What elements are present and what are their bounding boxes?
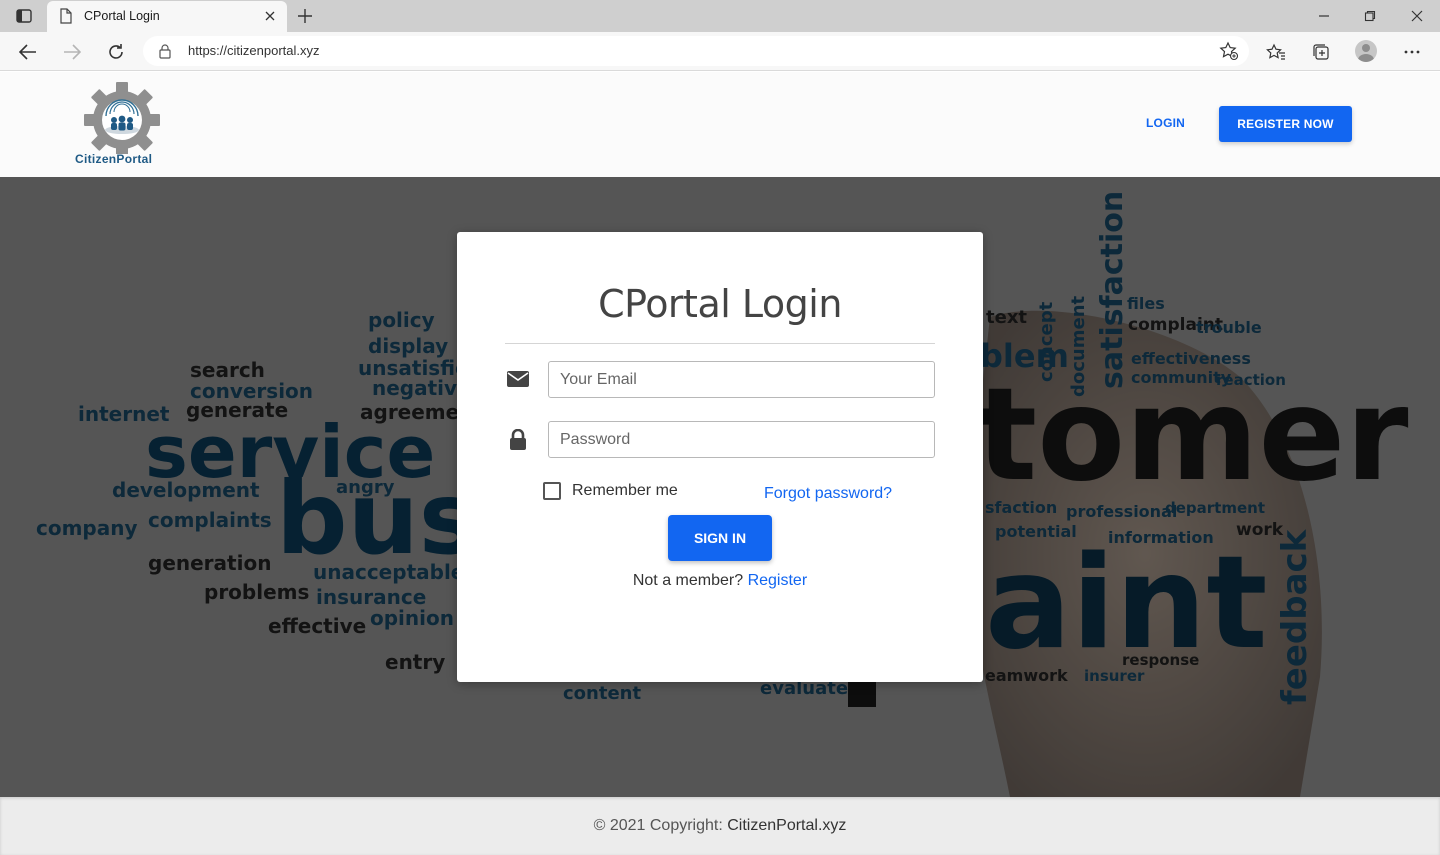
profile-avatar-icon[interactable] xyxy=(1355,40,1377,62)
back-icon[interactable] xyxy=(16,40,40,64)
footer-brand-link[interactable]: CitizenPortal.xyz xyxy=(727,817,846,834)
site-header: CitizenPortal LOGIN REGISTER NOW xyxy=(0,72,1440,177)
register-link[interactable]: Register xyxy=(748,572,808,589)
new-tab-icon[interactable] xyxy=(294,6,316,26)
address-bar[interactable]: https://citizenportal.xyz xyxy=(143,36,1249,66)
remember-me[interactable]: Remember me xyxy=(543,482,678,500)
logo-text: CitizenPortal xyxy=(75,152,153,166)
browser-tab-bar: CPortal Login xyxy=(0,0,1440,32)
browser-toolbar: https://citizenportal.xyz xyxy=(0,32,1440,71)
tab-title: CPortal Login xyxy=(84,9,160,23)
password-input[interactable] xyxy=(548,421,935,458)
add-favorite-icon[interactable] xyxy=(1219,41,1239,61)
restore-icon[interactable] xyxy=(1359,6,1381,26)
forward-icon[interactable] xyxy=(60,40,84,64)
site-footer: © 2021 Copyright: CitizenPortal.xyz xyxy=(0,797,1440,855)
close-tab-icon[interactable] xyxy=(261,7,279,25)
title-divider xyxy=(505,343,935,344)
tab-actions-icon[interactable] xyxy=(12,6,36,26)
nav-login-link[interactable]: LOGIN xyxy=(1146,116,1185,130)
page-icon xyxy=(60,8,72,24)
citizenportal-logo[interactable]: CitizenPortal xyxy=(66,82,178,168)
url-text[interactable]: https://citizenportal.xyz xyxy=(188,43,320,58)
envelope-icon xyxy=(507,368,529,390)
favorites-icon[interactable] xyxy=(1264,40,1288,64)
collections-icon[interactable] xyxy=(1309,40,1333,64)
copyright-text: © 2021 Copyright: xyxy=(593,817,723,834)
register-now-button[interactable]: REGISTER NOW xyxy=(1219,106,1352,142)
remember-me-label: Remember me xyxy=(572,482,678,499)
forgot-password-link[interactable]: Forgot password? xyxy=(764,485,892,503)
refresh-icon[interactable] xyxy=(104,40,128,64)
email-input[interactable] xyxy=(548,361,935,398)
close-window-icon[interactable] xyxy=(1406,6,1428,26)
minimize-icon[interactable] xyxy=(1313,6,1335,26)
gear-logo-icon xyxy=(84,82,160,158)
footer-copyright: © 2021 Copyright: CitizenPortal.xyz xyxy=(0,817,1440,835)
remember-me-checkbox[interactable] xyxy=(543,482,561,500)
login-title: CPortal Login xyxy=(598,282,842,326)
lock-icon[interactable] xyxy=(158,43,172,59)
sign-in-button[interactable]: SIGN IN xyxy=(668,515,772,561)
register-prompt: Not a member? Register xyxy=(457,572,983,590)
login-card: CPortal Login Remember me Forgot passwor… xyxy=(457,232,983,682)
browser-tab[interactable]: CPortal Login xyxy=(47,1,287,32)
lock-icon xyxy=(507,429,529,451)
not-member-text: Not a member? xyxy=(632,572,744,589)
more-menu-icon[interactable] xyxy=(1400,40,1424,64)
